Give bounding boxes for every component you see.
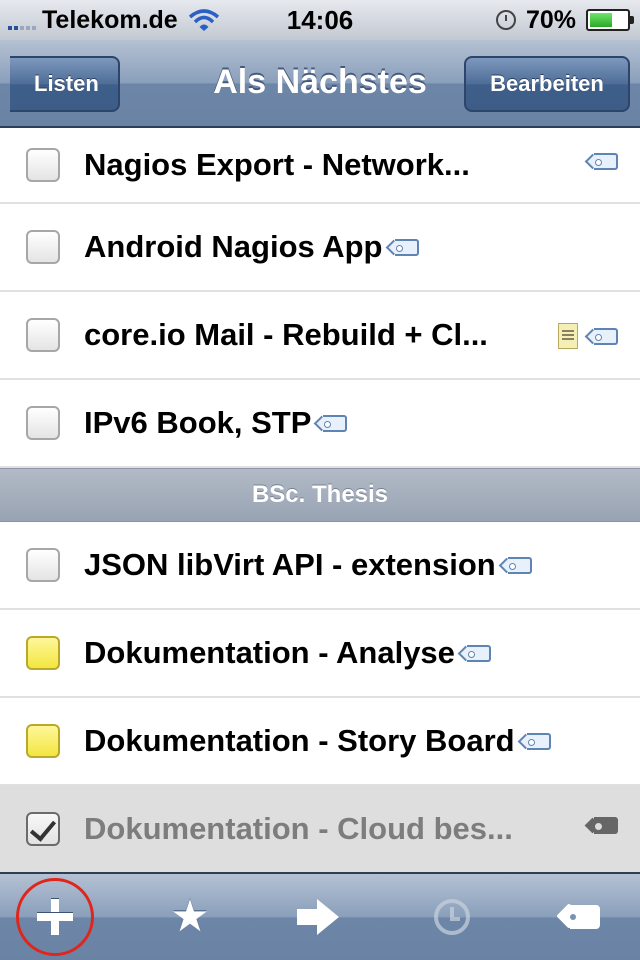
status-right: 70%: [495, 0, 634, 40]
task-title: JSON libVirt API - extension: [84, 522, 532, 608]
star-icon: ★: [170, 892, 210, 941]
task-title: core.io Mail - Rebuild + Cl...: [84, 317, 488, 352]
task-checkbox[interactable]: [26, 724, 60, 758]
task-title: Nagios Export - Network...: [84, 147, 470, 182]
task-title-text: Android Nagios App: [84, 229, 383, 264]
task-title: Android Nagios App: [84, 204, 419, 290]
task-icons: [558, 323, 618, 349]
task-title: Dokumentation - Analyse: [84, 610, 491, 696]
task-row[interactable]: JSON libVirt API - extension: [0, 522, 640, 610]
task-title: Dokumentation - Story Board: [84, 698, 551, 784]
tag-icon: [507, 556, 532, 574]
back-button[interactable]: Listen: [10, 56, 120, 112]
task-row[interactable]: Dokumentation - Analyse: [0, 610, 640, 698]
task-checkbox-checked[interactable]: [26, 812, 60, 846]
plus-icon: [37, 899, 73, 935]
task-checkbox[interactable]: [26, 148, 60, 182]
task-title-text: Dokumentation - Analyse: [84, 635, 455, 670]
task-row[interactable]: core.io Mail - Rebuild + Cl...: [0, 292, 640, 380]
task-checkbox[interactable]: [26, 548, 60, 582]
tag-icon: [570, 905, 600, 929]
star-button[interactable]: ★: [140, 874, 240, 960]
task-checkbox[interactable]: [26, 318, 60, 352]
task-title: IPv6 Book, STP: [84, 380, 348, 466]
note-icon: [558, 323, 578, 349]
tag-icon: [466, 644, 491, 662]
task-row-completed[interactable]: Dokumentation - Cloud bes...: [0, 786, 640, 874]
task-checkbox[interactable]: [26, 406, 60, 440]
task-list: Nagios Export - Network... Android Nagio…: [0, 128, 640, 874]
task-checkbox[interactable]: [26, 230, 60, 264]
task-row[interactable]: Dokumentation - Story Board: [0, 698, 640, 786]
next-button[interactable]: [268, 874, 368, 960]
task-title-text: Dokumentation - Story Board: [84, 723, 515, 758]
add-button[interactable]: [5, 874, 105, 960]
task-title-text: JSON libVirt API - extension: [84, 547, 496, 582]
tag-icon: [394, 238, 419, 256]
tag-icon: [594, 817, 618, 834]
task-icons: [582, 817, 618, 834]
task-checkbox[interactable]: [26, 636, 60, 670]
task-row[interactable]: Android Nagios App: [0, 204, 640, 292]
tag-icon: [323, 414, 348, 432]
battery-percent: 70%: [525, 5, 576, 34]
arrow-right-icon: [297, 899, 339, 935]
task-icons: [582, 153, 618, 170]
navigation-bar: Als Nächstes Listen Bearbeiten: [0, 40, 640, 128]
section-header: BSc. Thesis: [0, 468, 640, 522]
reminder-button[interactable]: [402, 874, 502, 960]
tag-button[interactable]: [530, 874, 630, 960]
task-row[interactable]: IPv6 Book, STP: [0, 380, 640, 468]
alarm-clock-icon: [434, 899, 470, 935]
battery-icon: [586, 9, 634, 31]
alarm-status-icon: [495, 10, 516, 30]
task-title-text: IPv6 Book, STP: [84, 405, 312, 440]
status-bar: Telekom.de 14:06 70%: [0, 0, 640, 40]
tag-icon: [594, 327, 618, 345]
back-button-label: Listen: [34, 71, 99, 96]
bottom-toolbar: ★: [0, 872, 640, 960]
task-row[interactable]: Nagios Export - Network...: [0, 128, 640, 204]
tag-icon: [594, 153, 618, 170]
task-title: Dokumentation - Cloud bes...: [84, 811, 513, 846]
edit-button[interactable]: Bearbeiten: [464, 56, 630, 112]
tag-icon: [526, 732, 551, 750]
